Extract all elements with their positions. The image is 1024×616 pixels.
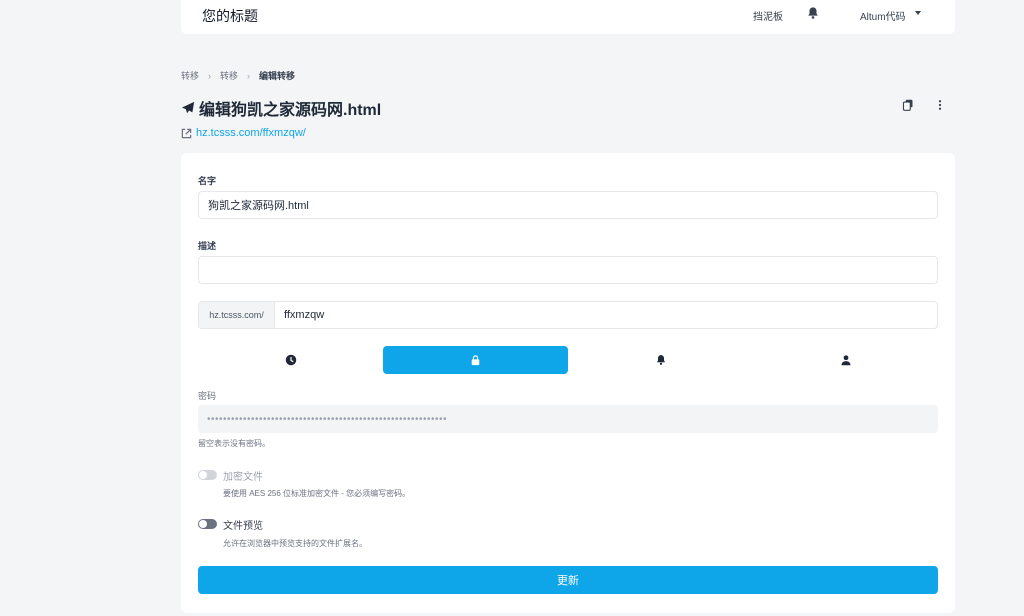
breadcrumb-item[interactable]: 转移 <box>181 69 199 82</box>
dashboard-link[interactable]: 挡泥板 <box>753 8 783 23</box>
url-input-group: hz.tcsss.com/ ffxmzqw <box>198 301 938 329</box>
settings-tabs <box>198 346 938 374</box>
file-url-text[interactable]: hz.tcsss.com/ffxmzqw/ <box>196 127 306 139</box>
breadcrumb-item[interactable]: 转移 <box>220 69 238 82</box>
title-actions <box>902 99 946 111</box>
top-navbar: 您的标题 挡泥板 Altum代码 <box>181 0 955 34</box>
notification-bell-icon[interactable] <box>806 6 820 20</box>
tab-access[interactable] <box>753 346 938 374</box>
chevron-right-icon: › <box>247 70 251 81</box>
url-prefix: hz.tcsss.com/ <box>199 302 275 328</box>
breadcrumb-current: 编辑转移 <box>259 71 296 81</box>
encrypt-label: 加密文件 <box>223 472 263 483</box>
name-label: 名字 <box>198 176 217 186</box>
description-label: 描述 <box>198 241 217 251</box>
chevron-down-icon[interactable] <box>915 11 921 15</box>
tab-schedule[interactable] <box>198 346 383 374</box>
copy-icon[interactable] <box>902 99 914 111</box>
brand-title[interactable]: 您的标题 <box>202 6 258 26</box>
url-input[interactable]: ffxmzqw <box>275 302 937 328</box>
toggle-knob <box>199 520 207 528</box>
update-button[interactable]: 更新 <box>198 566 938 594</box>
preview-help: 允许在浏览器中预览支持的文件扩展名。 <box>223 539 367 548</box>
encrypt-help: 要使用 AES 256 位标准加密文件 - 您必须编写密码。 <box>223 489 411 498</box>
bell-icon <box>656 355 665 365</box>
preview-label: 文件预览 <box>223 521 263 532</box>
password-input[interactable]: ••••••••••••••••••••••••••••••••••••••••… <box>198 405 938 433</box>
external-link-icon <box>181 128 192 138</box>
paper-plane-icon <box>181 101 195 114</box>
page-title: 编辑狗凯之家源码网.html <box>181 96 381 120</box>
encrypt-toggle[interactable] <box>198 470 217 480</box>
toggle-knob <box>199 471 207 479</box>
lock-icon <box>471 355 480 366</box>
description-input[interactable] <box>198 256 938 284</box>
password-label: 密码 <box>198 391 217 401</box>
preview-toggle[interactable] <box>198 519 217 529</box>
breadcrumb: 转移 › 转移 › 编辑转移 <box>181 69 295 82</box>
chevron-right-icon: › <box>208 70 212 81</box>
edit-form-card: 名字 狗凯之家源码网.html 描述 hz.tcsss.com/ ffxmzqw <box>181 153 955 613</box>
more-vertical-icon[interactable] <box>934 99 946 111</box>
name-input[interactable]: 狗凯之家源码网.html <box>198 191 938 219</box>
user-menu[interactable]: Altum代码 <box>860 8 906 23</box>
tab-notifications[interactable] <box>568 346 753 374</box>
tab-password[interactable] <box>383 346 568 374</box>
clock-icon <box>285 354 296 366</box>
page-title-text: 编辑狗凯之家源码网.html <box>199 102 382 119</box>
user-icon <box>841 355 850 366</box>
password-help: 留空表示没有密码。 <box>198 439 270 448</box>
file-url-link[interactable]: hz.tcsss.com/ffxmzqw/ <box>181 127 306 139</box>
